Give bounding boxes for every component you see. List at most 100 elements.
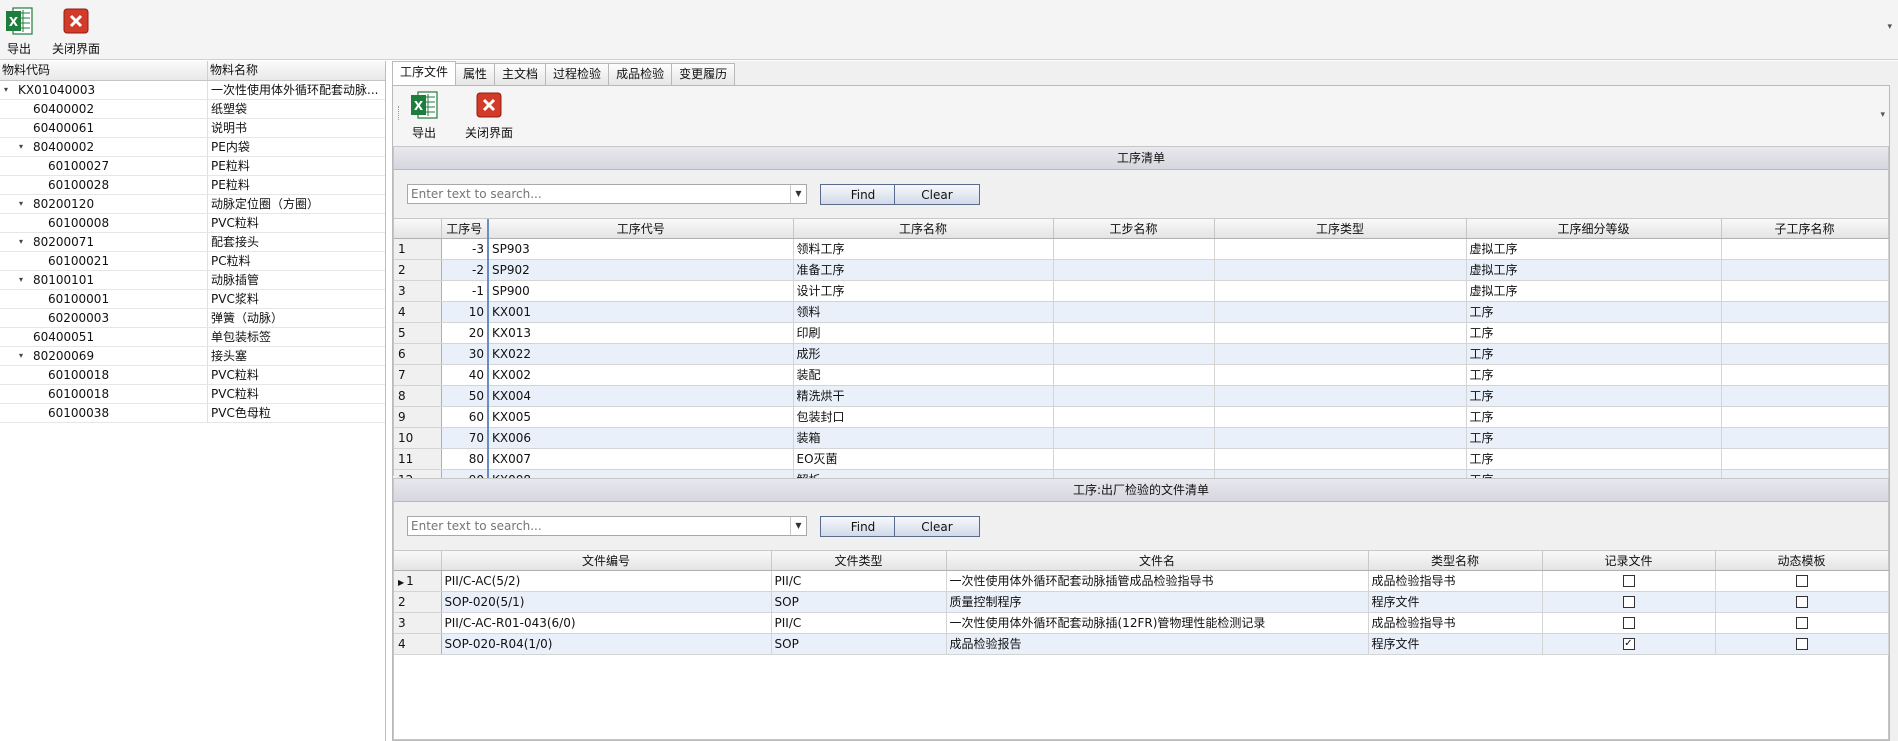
row-number[interactable]: 4 <box>394 301 442 323</box>
tree-row[interactable]: 60400051 单包装标签 <box>0 328 385 347</box>
record-file-checkbox[interactable] <box>1622 617 1635 629</box>
table-row[interactable]: 1 -3 SP903 领料工序 虚拟工序 <box>394 238 1889 260</box>
tree-row[interactable]: ▾ 80100101 动脉插管 <box>0 271 385 290</box>
row-number[interactable]: 2 <box>394 259 442 281</box>
sub-export-button[interactable]: X 导出 <box>409 88 439 142</box>
tree-row[interactable]: 60100018 PVC粒料 <box>0 385 385 404</box>
expand-toggle-icon[interactable]: ▾ <box>19 347 29 365</box>
tab-attributes[interactable]: 属性 <box>455 63 496 85</box>
dynamic-template-checkbox[interactable] <box>1795 575 1808 587</box>
table-cell: PII/C <box>771 612 947 634</box>
column-header[interactable]: 动态模板 <box>1715 551 1889 571</box>
tree-row[interactable]: 60100001 PVC浆料 <box>0 290 385 309</box>
table-row[interactable]: 9 60 KX005 包装封口 工序 <box>394 406 1889 428</box>
row-number[interactable]: 4 <box>394 633 442 655</box>
expand-toggle-icon[interactable]: ▾ <box>19 195 29 213</box>
tab-process-files[interactable]: 工序文件 <box>392 61 457 85</box>
column-header[interactable]: 工序代号 <box>488 219 794 239</box>
table-row[interactable]: 7 40 KX002 装配 工序 <box>394 364 1889 386</box>
tree-col-code[interactable]: 物料代码 <box>0 61 208 80</box>
tree-row[interactable]: 60400002 纸塑袋 <box>0 100 385 119</box>
tree-row[interactable]: 60100008 PVC粒料 <box>0 214 385 233</box>
table-row[interactable]: 2 SOP-020(5/1) SOP 质量控制程序 程序文件 <box>394 591 1889 613</box>
tab-process-inspection[interactable]: 过程检验 <box>545 63 610 85</box>
column-header[interactable]: 工序名称 <box>793 219 1054 239</box>
table-row[interactable]: ▶ 1 PII/C-AC(5/2) PII/C 一次性使用体外循环配套动脉插管成品检验指… <box>394 570 1889 592</box>
column-header[interactable]: 记录文件 <box>1542 551 1716 571</box>
tree-row[interactable]: ▾ 80400002 PE内袋 <box>0 138 385 157</box>
table-row[interactable]: 2 -2 SP902 准备工序 虚拟工序 <box>394 259 1889 281</box>
row-number[interactable]: 10 <box>394 427 442 449</box>
tree-row[interactable]: 60100021 PC粒料 <box>0 252 385 271</box>
row-number[interactable]: ▶ 1 <box>394 570 442 592</box>
tree-row[interactable]: 60400061 说明书 <box>0 119 385 138</box>
expand-toggle-icon[interactable]: ▾ <box>4 81 14 99</box>
document-clear-button[interactable]: Clear <box>894 516 980 537</box>
row-number[interactable]: 8 <box>394 385 442 407</box>
document-search-input[interactable] <box>408 517 790 535</box>
export-button[interactable]: X 导出 <box>4 4 34 58</box>
tree-code-text: 60100018 <box>48 368 110 382</box>
process-search-input[interactable] <box>408 185 790 203</box>
tree-row[interactable]: 60100038 PVC色母粒 <box>0 404 385 423</box>
row-number[interactable]: 6 <box>394 343 442 365</box>
dynamic-template-checkbox[interactable] <box>1795 638 1808 650</box>
record-file-checkbox[interactable]: ✓ <box>1622 638 1635 650</box>
record-file-checkbox[interactable] <box>1622 575 1635 587</box>
tree-row[interactable]: ▾ 80200069 接头塞 <box>0 347 385 366</box>
column-header[interactable]: 子工序名称 <box>1721 219 1889 239</box>
tree-row[interactable]: ▾ KX01040003 一次性使用体外循环配套动脉... <box>0 81 385 100</box>
table-row[interactable]: 4 10 KX001 领料 工序 <box>394 301 1889 323</box>
column-header[interactable]: 文件编号 <box>441 551 772 571</box>
table-row[interactable]: 4 SOP-020-R04(1/0) SOP 成品检验报告 程序文件 ✓ <box>394 633 1889 655</box>
sub-close-view-button[interactable]: 关闭界面 <box>465 88 513 142</box>
table-cell <box>1053 406 1215 428</box>
column-header[interactable]: 文件类型 <box>771 551 947 571</box>
column-header[interactable]: 工步名称 <box>1053 219 1215 239</box>
column-header[interactable]: 工序号 <box>441 219 489 239</box>
dynamic-template-checkbox[interactable] <box>1795 617 1808 629</box>
column-header[interactable]: 工序类型 <box>1214 219 1467 239</box>
expand-toggle-icon[interactable]: ▾ <box>19 138 29 156</box>
column-header[interactable]: 工序细分等级 <box>1466 219 1722 239</box>
row-number[interactable]: 3 <box>394 612 442 634</box>
dynamic-template-checkbox[interactable] <box>1795 596 1808 608</box>
tab-product-inspection[interactable]: 成品检验 <box>608 63 673 85</box>
row-number[interactable]: 3 <box>394 280 442 302</box>
row-number[interactable]: 7 <box>394 364 442 386</box>
toolbar-grip-icon[interactable] <box>398 106 401 120</box>
record-file-checkbox[interactable] <box>1622 596 1635 608</box>
expand-toggle-icon[interactable]: ▾ <box>19 233 29 251</box>
table-row[interactable]: 3 PII/C-AC-R01-043(6/0) PII/C 一次性使用体外循环配套动脉… <box>394 612 1889 634</box>
row-number[interactable]: 11 <box>394 448 442 470</box>
table-cell: SP900 <box>488 280 794 302</box>
tree-row[interactable]: 60200003 弹簧（动脉） <box>0 309 385 328</box>
chevron-down-icon[interactable]: ▼ <box>790 517 806 535</box>
table-row[interactable]: 10 70 KX006 装箱 工序 <box>394 427 1889 449</box>
table-row[interactable]: 3 -1 SP900 设计工序 虚拟工序 <box>394 280 1889 302</box>
column-header[interactable]: 文件名 <box>946 551 1369 571</box>
tree-row[interactable]: 60100028 PE粒料 <box>0 176 385 195</box>
tree-col-name[interactable]: 物料名称 <box>208 61 385 80</box>
table-row[interactable]: 5 20 KX013 印刷 工序 <box>394 322 1889 344</box>
tree-row[interactable]: 60100027 PE粒料 <box>0 157 385 176</box>
row-number[interactable]: 2 <box>394 591 442 613</box>
column-header[interactable]: 类型名称 <box>1368 551 1543 571</box>
table-row[interactable]: 8 50 KX004 精洗烘干 工序 <box>394 385 1889 407</box>
tree-row[interactable]: ▾ 80200120 动脉定位圈（方圈） <box>0 195 385 214</box>
close-view-button[interactable]: 关闭界面 <box>52 4 100 58</box>
row-number[interactable]: 1 <box>394 238 442 260</box>
table-row[interactable]: 6 30 KX022 成形 工序 <box>394 343 1889 365</box>
row-number[interactable]: 5 <box>394 322 442 344</box>
tab-main-document[interactable]: 主文档 <box>494 63 547 85</box>
row-number[interactable]: 9 <box>394 406 442 428</box>
tab-change-history[interactable]: 变更履历 <box>671 63 736 85</box>
toolbar-overflow-icon[interactable]: ▾ <box>1887 22 1892 32</box>
process-clear-button[interactable]: Clear <box>894 184 980 205</box>
table-row[interactable]: 11 80 KX007 EO灭菌 工序 <box>394 448 1889 470</box>
tree-row[interactable]: ▾ 80200071 配套接头 <box>0 233 385 252</box>
expand-toggle-icon[interactable]: ▾ <box>19 271 29 289</box>
sub-toolbar-overflow-icon[interactable]: ▾ <box>1880 110 1885 120</box>
chevron-down-icon[interactable]: ▼ <box>790 185 806 203</box>
tree-row[interactable]: 60100018 PVC粒料 <box>0 366 385 385</box>
